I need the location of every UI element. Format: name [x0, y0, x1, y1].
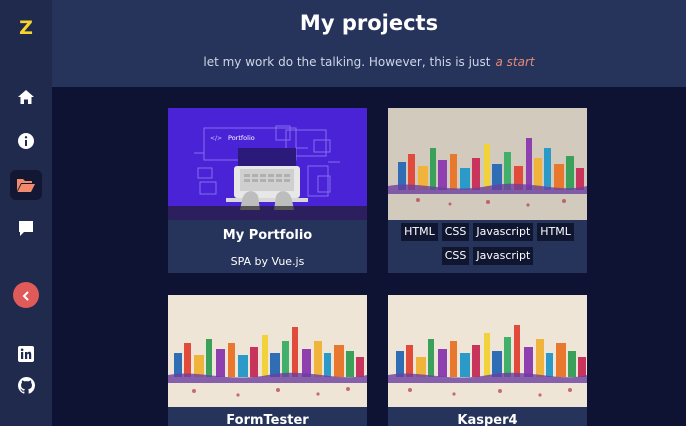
tag: Javascript — [473, 223, 534, 241]
project-thumbnail — [388, 295, 587, 407]
tag: CSS — [441, 223, 470, 241]
project-thumbnail — [168, 295, 367, 407]
project-title: FormTester — [226, 413, 309, 426]
tag-list: HTML CSS Javascript HTML CSS Javascript — [388, 223, 587, 265]
github-link[interactable] — [10, 370, 42, 400]
project-thumbnail — [388, 108, 587, 220]
project-card-formtester[interactable]: FormTester — [168, 295, 367, 426]
logo[interactable]: Z — [0, 17, 52, 39]
page-subtitle: let my work do the talking. However, thi… — [52, 55, 686, 69]
sidebar: Z — [0, 0, 52, 426]
project-card-portfolio[interactable]: </> Portfolio My Portfolio SPA by Vue.js — [168, 108, 367, 273]
subtitle-text: let my work do the talking. However, thi… — [203, 55, 491, 69]
github-icon — [17, 376, 35, 394]
nav-contact[interactable] — [10, 213, 42, 243]
tag: CSS — [441, 247, 470, 265]
nav-home[interactable] — [10, 82, 42, 112]
home-icon — [17, 89, 35, 105]
chevron-left-icon — [21, 286, 31, 305]
thumbnail-label: Portfolio — [228, 134, 255, 142]
project-thumbnail: </> Portfolio — [168, 108, 367, 220]
svg-text:</>: </> — [210, 135, 222, 142]
project-title: My Portfolio — [222, 228, 313, 243]
tag: Javascript — [473, 247, 534, 265]
project-title: Kasper4 — [457, 413, 518, 426]
chat-icon — [17, 219, 35, 237]
folder-open-icon — [16, 177, 36, 193]
info-icon — [17, 132, 35, 150]
subtitle-accent: a start — [495, 55, 535, 69]
tag: HTML — [401, 223, 438, 241]
linkedin-link[interactable] — [10, 339, 42, 369]
linkedin-icon — [18, 346, 34, 362]
page-header: My projects let my work do the talking. … — [52, 0, 686, 87]
project-card-skyline[interactable]: HTML CSS Javascript HTML CSS Javascript — [388, 108, 587, 273]
page-title: My projects — [299, 11, 439, 35]
collapse-sidebar-button[interactable] — [13, 282, 39, 308]
tag: HTML — [537, 223, 574, 241]
project-card-kasper4[interactable]: Kasper4 — [388, 295, 587, 426]
nav-projects[interactable] — [10, 170, 42, 200]
nav-about[interactable] — [10, 126, 42, 156]
project-subtitle: SPA by Vue.js — [230, 255, 305, 268]
